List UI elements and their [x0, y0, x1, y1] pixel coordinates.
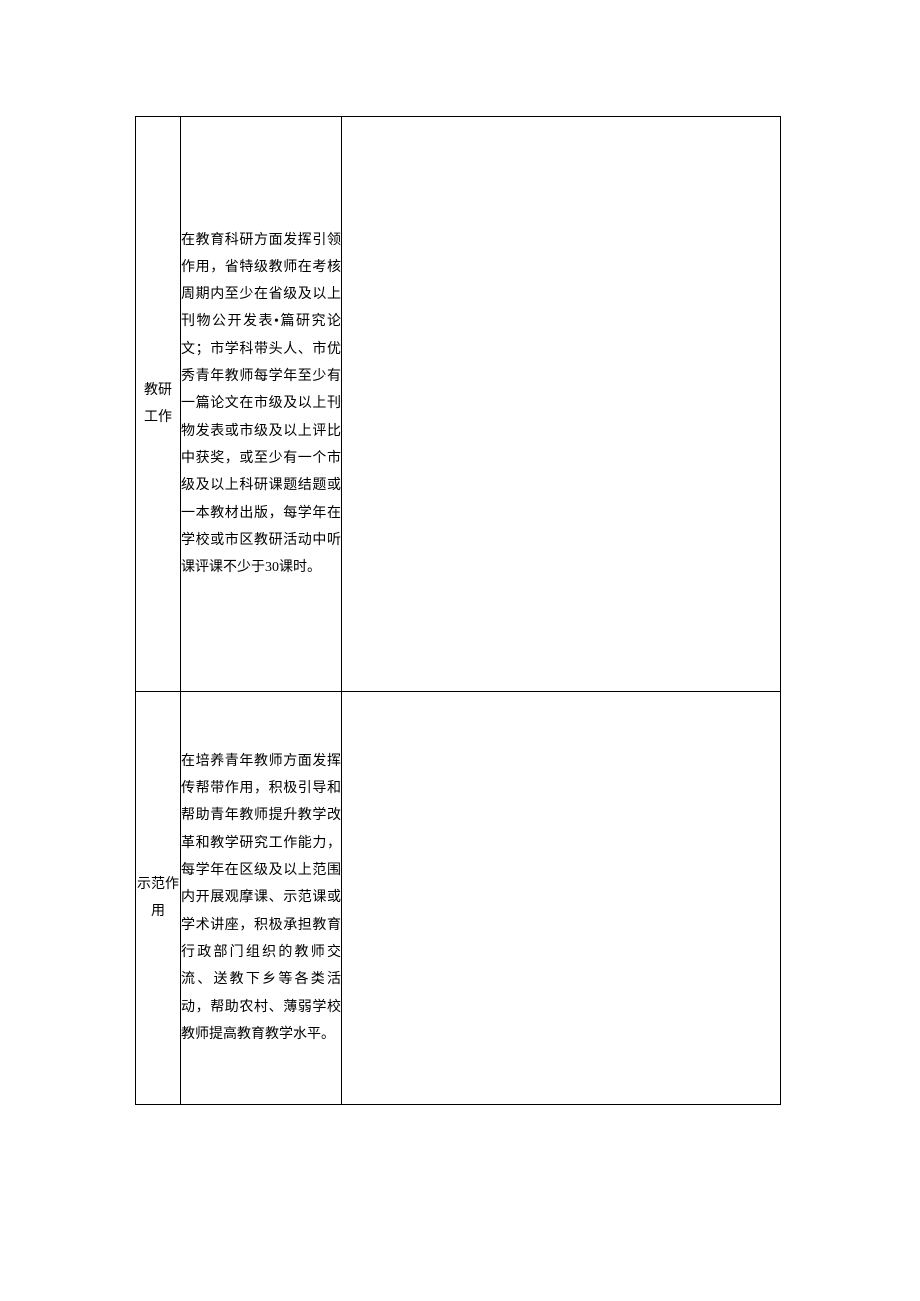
row-blank-cell — [342, 117, 781, 692]
table-row: 教研 工作 在教育科研方面发挥引领作用，省特级教师在考核周期内至少在省级及以上刊… — [136, 117, 781, 692]
table-row: 示范作 用 在培养青年教师方面发挥传帮带作用，积极引导和帮助青年教师提升教学改革… — [136, 692, 781, 1105]
row-label-line2: 工作 — [136, 404, 180, 431]
row-label-line1: 示范作 — [136, 871, 180, 898]
row-description-cell: 在培养青年教师方面发挥传帮带作用，积极引导和帮助青年教师提升教学改革和教学研究工… — [181, 692, 342, 1105]
row-description-text: 在教育科研方面发挥引领作用，省特级教师在考核周期内至少在省级及以上刊物公开发表•… — [181, 233, 341, 576]
assessment-table: 教研 工作 在教育科研方面发挥引领作用，省特级教师在考核周期内至少在省级及以上刊… — [135, 116, 781, 1105]
row-label-line2: 用 — [136, 898, 180, 925]
row-blank-cell — [342, 692, 781, 1105]
row-label-cell: 教研 工作 — [136, 117, 181, 692]
row-description-text: 在培养青年教师方面发挥传帮带作用，积极引导和帮助青年教师提升教学改革和教学研究工… — [181, 754, 341, 1042]
row-description-cell: 在教育科研方面发挥引领作用，省特级教师在考核周期内至少在省级及以上刊物公开发表•… — [181, 117, 342, 692]
row-label-cell: 示范作 用 — [136, 692, 181, 1105]
row-label-line1: 教研 — [136, 377, 180, 404]
